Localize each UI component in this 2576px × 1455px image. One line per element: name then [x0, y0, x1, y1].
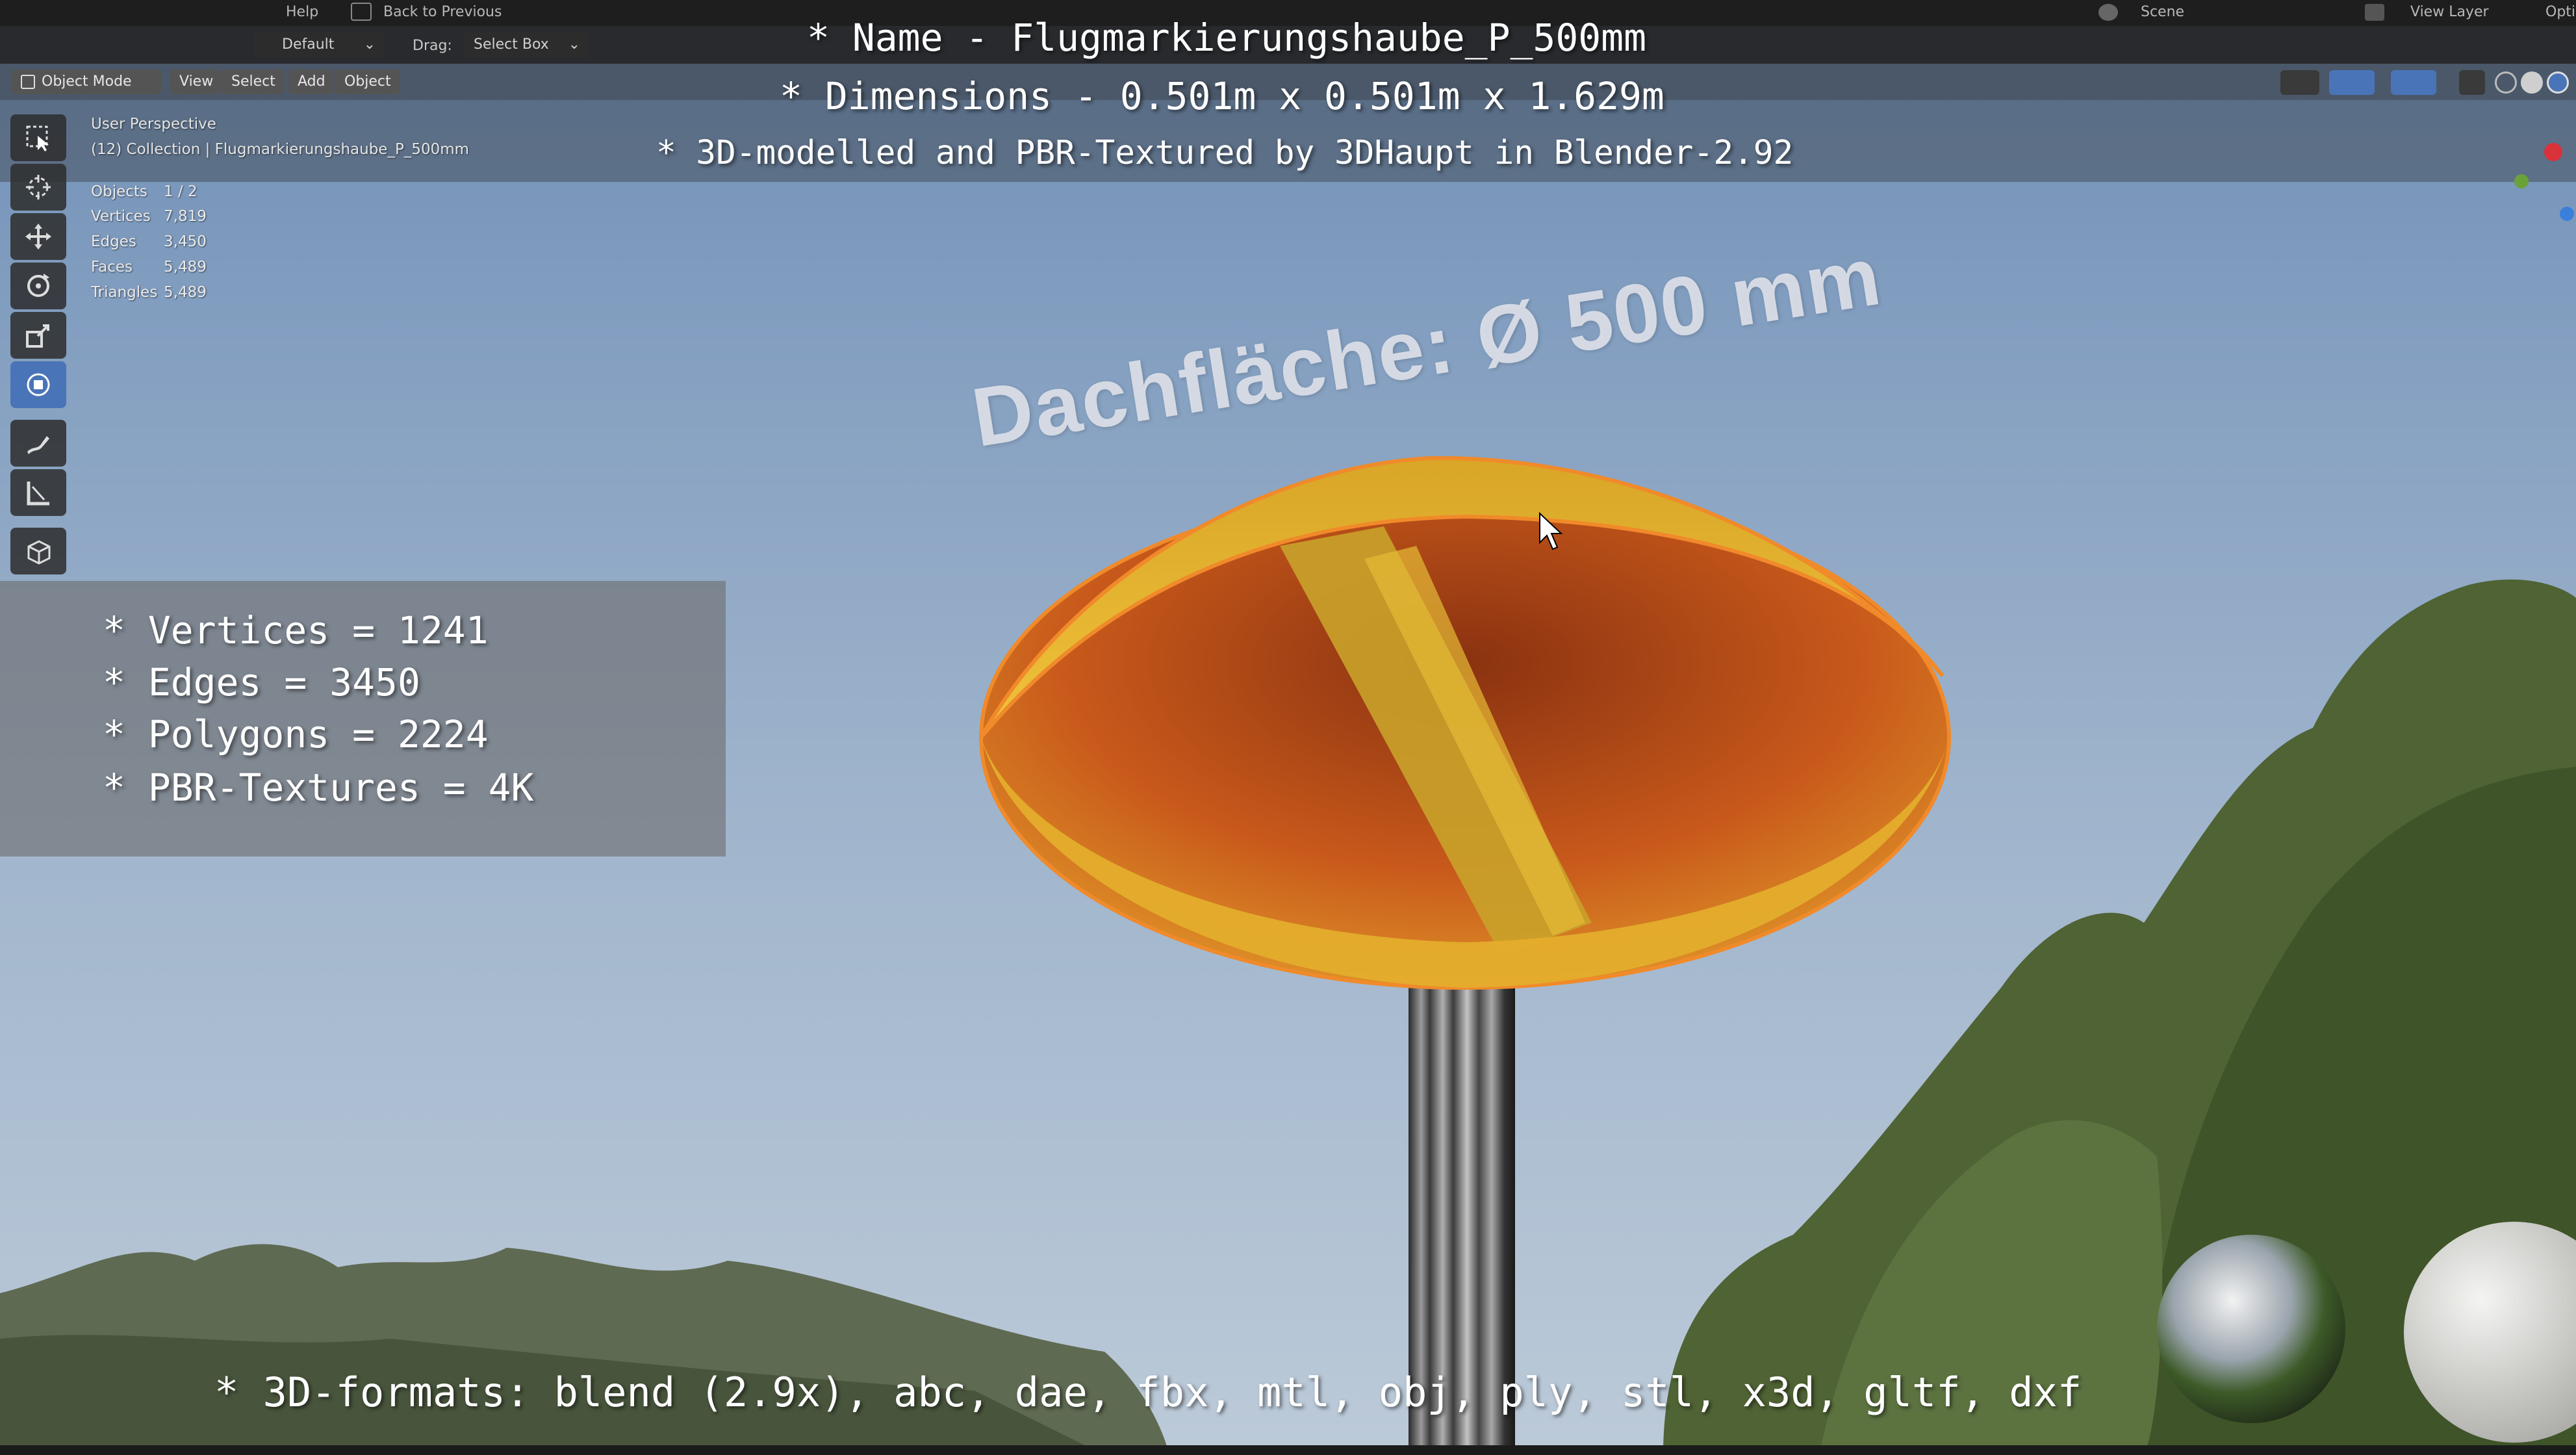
dimensions-caption: * Dimensions - 0.501m x 0.501m x 1.629m	[780, 74, 1664, 118]
gizmo-z-axis-icon	[2560, 207, 2574, 221]
model-stat-edges: * Edges = 3450	[103, 660, 420, 704]
model-name-caption: * Name - Flugmarkierungshaube_P_500mm	[807, 16, 1647, 60]
object-menu[interactable]: Object	[335, 70, 400, 94]
stat-label-objects: Objects	[91, 183, 147, 200]
scale-icon	[26, 324, 49, 348]
move-icon	[25, 224, 51, 250]
active-collection: (12) Collection | Flugmarkierungshaube_P…	[91, 141, 470, 158]
drag-label: Drag:	[413, 38, 452, 54]
scale-tool[interactable]	[10, 312, 66, 359]
navigation-gizmo[interactable]	[2508, 117, 2574, 227]
view-layer-icon	[2365, 4, 2384, 21]
gizmo-toggle-icon[interactable]	[2329, 70, 2375, 95]
stat-value-faces: 5,489	[164, 259, 207, 276]
rotate-icon	[27, 274, 49, 297]
scene-icon	[2098, 4, 2118, 21]
add-menu[interactable]: Add	[288, 70, 335, 94]
measure-tool[interactable]	[10, 469, 66, 516]
credit-caption: * 3D-modelled and PBR-Textured by 3DHaup…	[656, 134, 1794, 172]
select-box-icon	[26, 125, 49, 151]
back-to-previous-button[interactable]: Back to Previous	[383, 4, 502, 20]
rendered-shading-icon[interactable]	[2547, 71, 2569, 94]
stat-label-triangles: Triangles	[91, 284, 158, 301]
stat-value-vertices: 7,819	[164, 208, 207, 225]
back-icon	[351, 3, 372, 21]
object-mode-label: Object Mode	[42, 73, 132, 90]
view-menu[interactable]: View	[170, 70, 223, 94]
solid-shading-icon[interactable]	[2521, 71, 2543, 94]
xray-toggle-icon[interactable]	[2459, 70, 2485, 95]
orientation-dropdown[interactable]: Default ⌄	[253, 32, 383, 58]
viewport-perspective: User Perspective	[91, 116, 216, 133]
wireframe-shading-icon[interactable]	[2495, 71, 2517, 94]
status-bar	[0, 1445, 2576, 1455]
drag-value: Select Box	[474, 36, 549, 53]
model-stats-panel: * Vertices = 1241 * Edges = 3450 * Polyg…	[0, 581, 726, 856]
formats-caption: * 3D-formats: blend (2.9x), abc, dae, fb…	[214, 1369, 2082, 1416]
gizmo-x-axis-icon	[2544, 143, 2562, 161]
chevron-down-icon: ⌄	[568, 36, 580, 53]
model-stat-textures: * PBR-Textures = 4K	[103, 766, 534, 810]
tool-shelf	[10, 114, 66, 577]
select-box-tool[interactable]	[10, 114, 66, 161]
drag-select-dropdown[interactable]: Select Box ⌄	[465, 32, 588, 58]
orientation-value: Default	[282, 36, 335, 53]
3d-viewport[interactable]: Help Back to Previous Scene View Layer O…	[0, 0, 2576, 1455]
measure-ruler-icon	[27, 482, 49, 506]
transform-tool[interactable]	[10, 361, 66, 408]
stat-label-vertices: Vertices	[91, 208, 151, 225]
model-stat-vertices: * Vertices = 1241	[103, 608, 489, 652]
rotate-tool[interactable]	[10, 263, 66, 309]
stat-label-edges: Edges	[91, 233, 136, 250]
stat-label-faces: Faces	[91, 259, 133, 276]
object-mode-icon	[21, 75, 35, 89]
options-menu[interactable]: Opti	[2545, 4, 2575, 20]
transform-icon	[27, 373, 50, 396]
stat-value-objects: 1 / 2	[164, 183, 198, 200]
add-cube-tool[interactable]	[10, 528, 66, 574]
object-mode-dropdown[interactable]: Object Mode	[12, 70, 161, 94]
select-menu[interactable]: Select	[222, 70, 285, 94]
add-cube-icon	[27, 540, 51, 565]
stat-value-edges: 3,450	[164, 233, 207, 250]
annotate-pencil-icon	[27, 436, 49, 454]
stat-value-triangles: 5,489	[164, 284, 207, 301]
gizmo-y-axis-icon	[2514, 174, 2529, 188]
cursor-icon	[26, 175, 51, 200]
annotate-tool[interactable]	[10, 420, 66, 467]
move-tool[interactable]	[10, 213, 66, 260]
view-layer-selector[interactable]: View Layer	[2410, 4, 2489, 20]
overlays-toggle-icon[interactable]	[2391, 70, 2436, 95]
scene-selector[interactable]: Scene	[2141, 4, 2184, 20]
menu-help[interactable]: Help	[286, 4, 318, 20]
visibility-icon[interactable]	[2280, 70, 2319, 95]
model-stat-polygons: * Polygons = 2224	[103, 712, 489, 756]
cursor-tool[interactable]	[10, 164, 66, 211]
chevron-down-icon: ⌄	[363, 36, 376, 53]
